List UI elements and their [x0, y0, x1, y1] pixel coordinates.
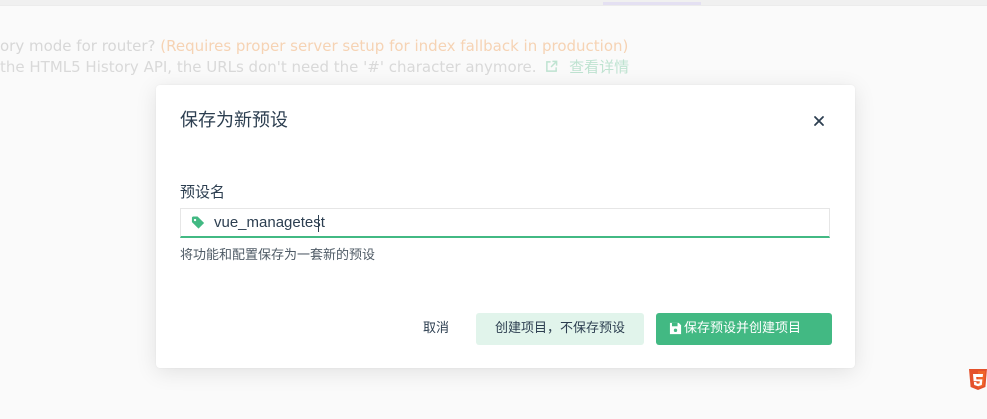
dialog-title: 保存为新预设 [180, 110, 288, 131]
history-mode-question-text: ory mode for router? [0, 37, 156, 55]
history-mode-description: the HTML5 History API, the URLs don't ne… [0, 58, 980, 76]
more-info-link[interactable]: 查看详情 [569, 58, 629, 76]
cancel-button[interactable]: 取消 [409, 313, 463, 345]
save-preset-and-create-label: 保存预设并创建项目 [684, 321, 802, 336]
preset-name-input[interactable] [214, 212, 814, 234]
preset-name-field [180, 208, 830, 238]
html5-logo-icon [969, 369, 987, 390]
background-active-tab-indicator [603, 2, 701, 5]
background-topbar [0, 0, 987, 6]
external-link-icon [546, 60, 558, 72]
create-without-saving-button[interactable]: 创建项目，不保存预设 [476, 313, 644, 345]
tag-icon [191, 216, 205, 229]
history-mode-warning: (Requires proper server setup for index … [160, 37, 629, 55]
close-icon[interactable] [810, 112, 828, 130]
preset-name-label: 预设名 [180, 183, 226, 201]
save-preset-dialog: 保存为新预设 预设名 将功能和配置保存为一套新的预设 取消 创建项目，不保存预设… [156, 85, 855, 368]
preset-name-hint: 将功能和配置保存为一套新的预设 [180, 248, 376, 263]
text-cursor [318, 215, 319, 232]
save-preset-and-create-button[interactable]: 保存预设并创建项目 [656, 313, 832, 345]
history-mode-question: ory mode for router? (Requires proper se… [0, 37, 980, 55]
history-mode-description-text: the HTML5 History API, the URLs don't ne… [0, 58, 537, 76]
save-icon [669, 322, 682, 335]
